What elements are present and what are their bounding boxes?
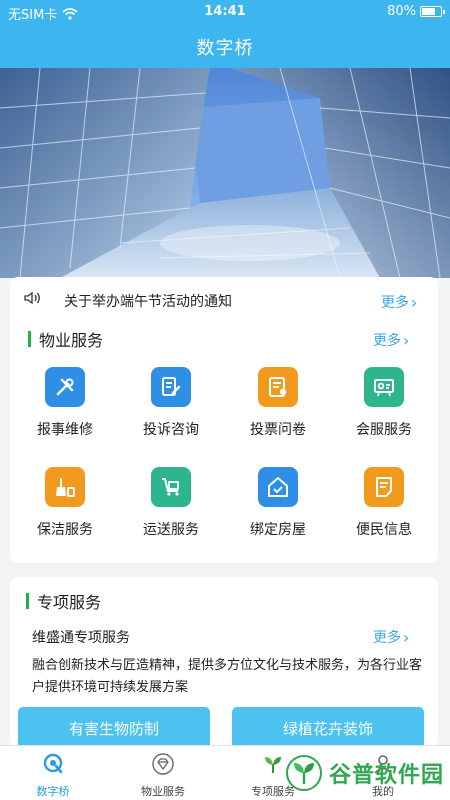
section-accent-bar: [28, 331, 31, 347]
service-repair[interactable]: 报事维修: [15, 367, 115, 439]
service-label: 运送服务: [143, 522, 199, 538]
special-subtitle: 维盛通专项服务: [32, 630, 130, 646]
status-bar: 无SIM卡 14:41 80%: [0, 0, 450, 24]
cart-icon: [151, 467, 191, 507]
ballot-icon: [258, 367, 298, 407]
banner-image[interactable]: [0, 68, 450, 278]
plant-icon: [265, 757, 281, 773]
property-section-title: 物业服务: [28, 327, 103, 351]
house-check-icon: [258, 467, 298, 507]
watermark-logo-icon: [285, 755, 322, 791]
special-more-label: 更多: [373, 630, 401, 646]
status-right: 80%: [387, 4, 445, 19]
service-cleaning[interactable]: 保洁服务: [15, 467, 115, 539]
service-label: 投诉咨询: [143, 422, 199, 438]
property-card: 关于举办端午节活动的通知 更多 › 物业服务 更多 › 报事维修 投诉咨询 投票…: [10, 277, 438, 563]
service-info[interactable]: 便民信息: [334, 467, 434, 539]
diamond-icon: [152, 753, 174, 775]
broom-icon: [45, 467, 85, 507]
property-more-link[interactable]: 更多 ›: [373, 330, 409, 350]
speaker-icon: [24, 291, 40, 305]
top-bar: 无SIM卡 14:41 80% 数字桥: [0, 0, 450, 68]
service-label: 报事维修: [37, 422, 93, 438]
service-vote[interactable]: 投票问卷: [228, 367, 328, 439]
notice-more-link[interactable]: 更多 ›: [381, 292, 417, 312]
service-label: 便民信息: [356, 522, 412, 538]
tab-property[interactable]: 物业服务: [118, 752, 208, 799]
edit-doc-icon: [151, 367, 191, 407]
tab-label: 物业服务: [141, 785, 185, 798]
chevron-right-icon: ›: [403, 330, 410, 350]
special-description: 融合创新技术与匠造精神，提供多方位文化与技术服务，为各行业客户提供环境可持续发展…: [32, 658, 423, 695]
tab-home[interactable]: 数字桥: [8, 752, 98, 799]
service-label: 会服服务: [356, 422, 412, 438]
watermark: 谷普软件园: [285, 753, 444, 793]
tab-label: 数字桥: [36, 785, 70, 798]
special-card: 专项服务 维盛通专项服务 更多 › 融合创新技术与匠造精神，提供多方位文化与技术…: [10, 577, 438, 751]
battery-icon: [420, 6, 445, 17]
service-complaint[interactable]: 投诉咨询: [121, 367, 221, 439]
meeting-board-icon: [364, 367, 404, 407]
special-more-link[interactable]: 更多 ›: [373, 627, 409, 647]
glass-building-illustration: [0, 68, 450, 278]
service-meeting[interactable]: 会服服务: [334, 367, 434, 439]
status-time: 14:41: [204, 4, 246, 19]
chevron-right-icon: ›: [411, 292, 418, 312]
service-label: 绑定房屋: [250, 522, 306, 538]
special-section-title: 专项服务: [26, 589, 101, 613]
special-title-text: 专项服务: [37, 593, 102, 612]
watermark-text: 谷普软件园: [328, 763, 444, 788]
service-label: 保洁服务: [37, 522, 93, 538]
notice-more-label: 更多: [381, 295, 409, 311]
notice-bar[interactable]: 关于举办端午节活动的通知 更多 ›: [10, 277, 438, 321]
section-accent-bar: [26, 593, 29, 609]
chevron-right-icon: ›: [403, 627, 410, 647]
service-delivery[interactable]: 运送服务: [121, 467, 221, 539]
page-title: 数字桥: [196, 38, 254, 59]
property-title-text: 物业服务: [39, 331, 104, 350]
notice-text[interactable]: 关于举办端午节活动的通知: [64, 291, 232, 311]
property-more-label: 更多: [373, 333, 401, 349]
home-q-icon: [43, 753, 63, 774]
battery-percent: 80%: [387, 4, 416, 19]
tools-icon: [45, 367, 85, 407]
service-bind-house[interactable]: 绑定房屋: [228, 467, 328, 539]
note-icon: [364, 467, 404, 507]
service-label: 投票问卷: [250, 422, 306, 438]
